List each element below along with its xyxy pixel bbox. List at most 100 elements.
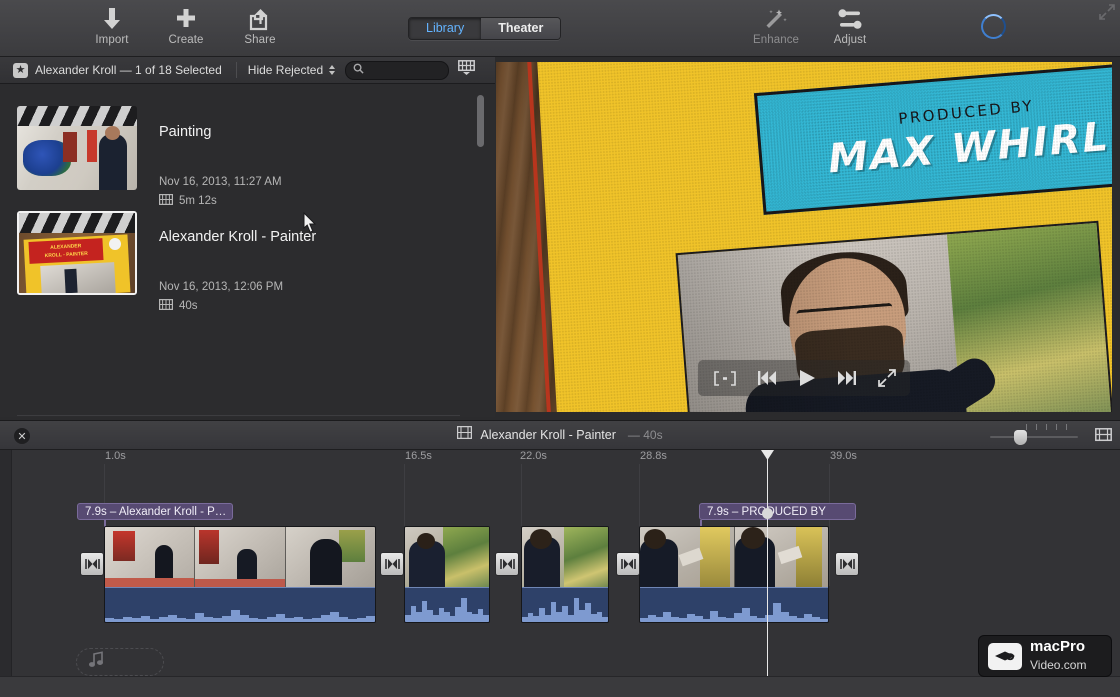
create-label: Create bbox=[168, 34, 203, 46]
appearance-filmstrip-icon[interactable] bbox=[458, 60, 475, 80]
toolbar-left-group: Import Create Share bbox=[86, 5, 286, 46]
import-button[interactable]: Import bbox=[86, 5, 138, 46]
watermark-line1: macPro bbox=[1030, 638, 1085, 655]
event-duration-row: 5m 12s bbox=[159, 194, 282, 208]
clip-filmstrip bbox=[405, 527, 489, 587]
filter-stepper[interactable] bbox=[329, 65, 335, 75]
event-duration-row: 40s bbox=[159, 299, 316, 313]
timeline-clip[interactable] bbox=[404, 526, 490, 623]
search-input[interactable] bbox=[368, 63, 441, 77]
create-button[interactable]: Create bbox=[160, 5, 212, 46]
library-browser[interactable]: Painting Nov 16, 2013, 11:27 AM 5m 12s A… bbox=[0, 84, 495, 417]
viewer[interactable]: PRODUCED BY MAX WHIRL bbox=[496, 62, 1112, 412]
event-duration: 5m 12s bbox=[179, 195, 217, 207]
search-icon bbox=[353, 61, 364, 79]
clapperboard-icon bbox=[17, 106, 137, 126]
ruler-tick: 16.5s bbox=[405, 450, 432, 462]
list-item[interactable]: ALEXANDERKROLL - PAINTER Alexander Kroll… bbox=[17, 211, 316, 313]
share-label: Share bbox=[244, 34, 275, 46]
music-drop-zone[interactable] bbox=[76, 648, 164, 676]
event-name: Painting bbox=[159, 124, 282, 140]
magic-wand-icon bbox=[764, 5, 788, 31]
timeline-clip[interactable] bbox=[521, 526, 609, 623]
waveform bbox=[105, 588, 375, 622]
transition-icon[interactable] bbox=[835, 552, 859, 576]
playhead[interactable] bbox=[767, 450, 768, 696]
painting-artwork bbox=[947, 223, 1112, 412]
event-thumbnail[interactable] bbox=[17, 106, 137, 190]
clip-audio-waveform bbox=[522, 587, 608, 622]
timeline-appearance-icon[interactable] bbox=[1095, 428, 1112, 448]
filmstrip-icon bbox=[159, 194, 173, 208]
skip-forward-icon[interactable] bbox=[837, 370, 858, 386]
waveform bbox=[522, 588, 608, 622]
timeline-gutter bbox=[0, 450, 12, 696]
tab-library[interactable]: Library bbox=[409, 18, 481, 39]
viewer-playback-controls[interactable] bbox=[698, 360, 910, 396]
timeline-footer bbox=[0, 676, 1120, 697]
library-scrollbar[interactable] bbox=[477, 95, 484, 317]
progress-spinner bbox=[981, 14, 1006, 39]
waveform bbox=[640, 588, 828, 622]
filmstrip-icon bbox=[159, 299, 173, 313]
ruler-tick: 22.0s bbox=[520, 450, 547, 462]
ruler-tick: 1.0s bbox=[105, 450, 126, 462]
timeline[interactable]: 1.0s 16.5s 22.0s 28.8s 39.0s 7.9s – Alex… bbox=[0, 450, 1120, 696]
import-label: Import bbox=[95, 34, 128, 46]
viewer-name-text: MAX WHIRL bbox=[826, 114, 1111, 182]
mouse-cursor bbox=[303, 212, 318, 234]
clapperboard-icon bbox=[19, 213, 135, 233]
transition-icon[interactable] bbox=[80, 552, 104, 576]
event-name: Alexander Kroll - Painter bbox=[159, 229, 316, 245]
library-theater-segmented-control[interactable]: Library Theater bbox=[408, 17, 561, 40]
tab-theater[interactable]: Theater bbox=[481, 18, 560, 39]
watermark-line2: Video.com bbox=[1030, 658, 1086, 672]
toolbar-right-group: Enhance Adjust bbox=[750, 5, 876, 46]
zoom-slider-knob[interactable] bbox=[1014, 430, 1027, 445]
clip-audio-waveform bbox=[640, 587, 828, 622]
clip-audio-waveform bbox=[105, 587, 375, 622]
enhance-label: Enhance bbox=[753, 34, 799, 46]
share-button[interactable]: Share bbox=[234, 5, 286, 46]
transition-icon[interactable] bbox=[495, 552, 519, 576]
adjust-label: Adjust bbox=[834, 34, 867, 46]
clip-audio-waveform bbox=[405, 587, 489, 622]
close-icon[interactable]: ✕ bbox=[14, 428, 30, 444]
event-duration: 40s bbox=[179, 300, 198, 312]
hide-rejected-label[interactable]: Hide Rejected bbox=[248, 63, 323, 77]
clip-filmstrip bbox=[522, 527, 608, 587]
transition-icon[interactable] bbox=[380, 552, 404, 576]
list-item[interactable]: Painting Nov 16, 2013, 11:27 AM 5m 12s bbox=[17, 106, 282, 208]
play-icon[interactable] bbox=[797, 368, 817, 388]
timeline-clip[interactable] bbox=[639, 526, 829, 623]
project-duration: — 40s bbox=[628, 428, 663, 442]
event-meta: Alexander Kroll - Painter Nov 16, 2013, … bbox=[159, 211, 316, 313]
fullscreen-icon[interactable] bbox=[878, 369, 896, 387]
skip-back-icon[interactable] bbox=[756, 370, 777, 386]
library-header: ★ Alexander Kroll — 1 of 18 Selected Hid… bbox=[0, 57, 495, 84]
library-title: Alexander Kroll — 1 of 18 Selected bbox=[35, 63, 222, 77]
timeline-header: ✕ Alexander Kroll - Painter — 40s bbox=[0, 420, 1120, 450]
clip-filmstrip bbox=[640, 527, 828, 587]
event-thumbnail-selected[interactable]: ALEXANDERKROLL - PAINTER bbox=[17, 211, 137, 295]
playhead-ball bbox=[762, 508, 773, 519]
search-field[interactable] bbox=[345, 61, 449, 80]
sliders-icon bbox=[837, 5, 863, 31]
transition-icon[interactable] bbox=[616, 552, 640, 576]
clip-label[interactable]: 7.9s – Alexander Kroll - P… bbox=[77, 503, 233, 520]
enhance-button[interactable]: Enhance bbox=[750, 5, 802, 46]
crop-brackets-icon[interactable] bbox=[714, 371, 736, 386]
expand-icon[interactable] bbox=[1099, 4, 1115, 20]
timeline-clip[interactable] bbox=[104, 526, 376, 623]
clip-label[interactable]: 7.9s – PRODUCED BY bbox=[699, 503, 856, 520]
imovie-window: Import Create Share Libr bbox=[0, 0, 1120, 696]
adjust-button[interactable]: Adjust bbox=[824, 5, 876, 46]
timeline-ruler[interactable]: 1.0s 16.5s 22.0s 28.8s 39.0s bbox=[0, 450, 1120, 472]
ruler-tick: 28.8s bbox=[640, 450, 667, 462]
timeline-zoom-slider[interactable] bbox=[990, 430, 1078, 443]
list-divider bbox=[17, 415, 460, 416]
clip-filmstrip bbox=[105, 527, 375, 587]
filmstrip-icon bbox=[457, 426, 472, 444]
event-meta: Painting Nov 16, 2013, 11:27 AM 5m 12s bbox=[159, 106, 282, 208]
waveform bbox=[405, 588, 489, 622]
